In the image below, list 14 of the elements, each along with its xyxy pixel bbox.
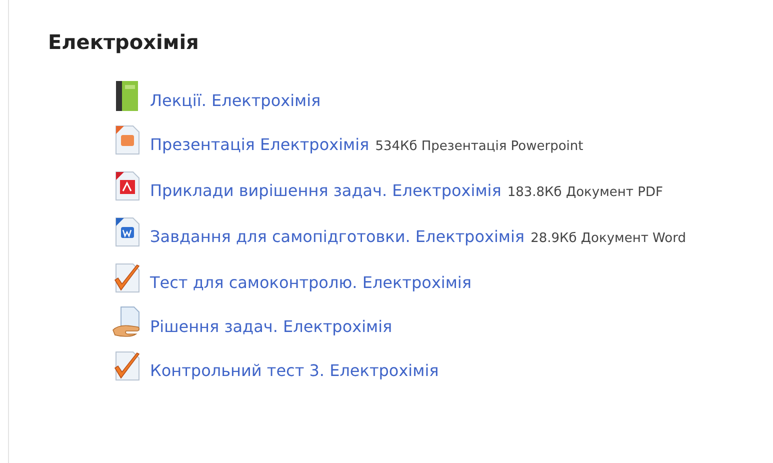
activity-link[interactable]: Презентація Електрохімія bbox=[150, 135, 370, 154]
checklist-icon bbox=[112, 262, 142, 294]
section-title: Електрохімія bbox=[48, 30, 199, 54]
activity-link[interactable]: Контрольний тест 3. Електрохімія bbox=[150, 361, 439, 380]
activity-link[interactable]: Лекції. Електрохімія bbox=[150, 91, 321, 110]
activity-link[interactable]: Приклади вирішення задач. Електрохімія bbox=[150, 181, 502, 200]
file-details: 534Кб Презентація Powerpoint bbox=[375, 139, 584, 154]
activity-link[interactable]: Рішення задач. Електрохімія bbox=[150, 317, 392, 336]
activity-link[interactable]: Завдання для самопідготовки. Електрохімія bbox=[150, 227, 525, 246]
hand-document-icon bbox=[112, 306, 142, 338]
file-details: 28.9Кб Документ Word bbox=[530, 231, 686, 246]
file-details: 183.8Кб Документ PDF bbox=[507, 185, 663, 200]
checklist-icon bbox=[112, 350, 142, 382]
activity-link[interactable]: Тест для самоконтролю. Електрохімія bbox=[150, 273, 472, 292]
